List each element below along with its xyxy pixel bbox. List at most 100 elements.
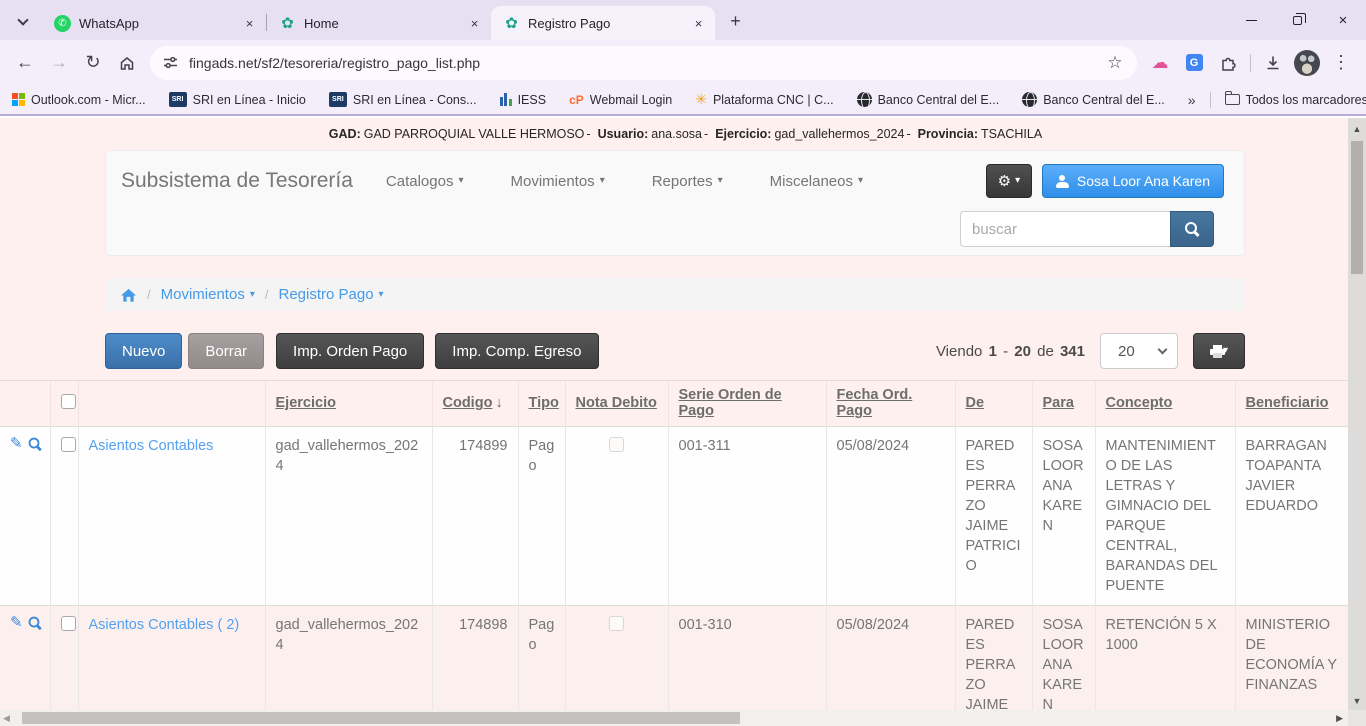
page-size-select[interactable]: 20 — [1100, 333, 1178, 369]
vertical-scrollbar-thumb[interactable] — [1351, 141, 1363, 274]
home-button[interactable] — [110, 46, 144, 80]
header-de[interactable]: De — [955, 381, 1032, 426]
menu-reportes[interactable]: Reportes ▾ — [652, 173, 723, 190]
tab-home[interactable]: ✿ Home × — [267, 6, 491, 40]
scroll-right-arrow-icon[interactable]: ▶ — [1336, 713, 1343, 724]
new-tab-button[interactable]: + — [722, 8, 749, 35]
cell-concepto: MANTENIMIENTO DE LAS LETRAS Y GIMNACIO D… — [1095, 426, 1235, 605]
header-ejercicio[interactable]: Ejercicio — [265, 381, 432, 426]
header-para[interactable]: Para — [1032, 381, 1095, 426]
caret-down-icon: ▾ — [718, 176, 723, 186]
downloads-button[interactable] — [1256, 46, 1290, 80]
nuevo-button[interactable]: Nuevo — [105, 333, 182, 369]
tab-search-menu-button[interactable] — [8, 7, 38, 35]
back-button[interactable]: ← — [8, 46, 42, 80]
scroll-left-arrow-icon[interactable]: ◀ — [3, 713, 10, 724]
tab-close-icon[interactable]: × — [466, 15, 483, 32]
bookmark-banco-central-1[interactable]: Banco Central del E... — [857, 92, 1000, 107]
site-settings-icon[interactable] — [162, 54, 179, 71]
scroll-up-arrow-icon[interactable]: ▲ — [1348, 124, 1366, 134]
header-serie-orden[interactable]: Serie Orden de Pago — [668, 381, 826, 426]
user-menu-button[interactable]: Sosa Loor Ana Karen — [1042, 164, 1224, 198]
column-sort-link[interactable]: Fecha Ord. Pago — [837, 387, 913, 419]
home-icon — [118, 54, 136, 72]
borrar-button[interactable]: Borrar — [188, 333, 264, 369]
app-brand[interactable]: Subsistema de Tesorería — [121, 169, 353, 193]
breadcrumb-registro-pago[interactable]: Registro Pago ▾ — [278, 286, 383, 303]
select-all-checkbox[interactable] — [61, 394, 76, 409]
view-icon[interactable] — [28, 437, 39, 449]
tab-registro-pago-active[interactable]: ✿ Registro Pago × — [491, 6, 715, 40]
horizontal-scrollbar[interactable]: ◀ ▶ — [0, 710, 1348, 726]
url-bar[interactable]: fingads.net/sf2/tesoreria/registro_pago_… — [150, 46, 1137, 80]
column-sort-link[interactable]: Codigo — [443, 395, 493, 411]
reload-button[interactable]: ↻ — [76, 46, 110, 80]
bookmark-banco-central-2[interactable]: Banco Central del E... — [1022, 92, 1165, 107]
bookmark-sri-inicio[interactable]: SRI SRI en Línea - Inicio — [169, 92, 306, 107]
url-text[interactable]: fingads.net/sf2/tesoreria/registro_pago_… — [189, 55, 1101, 71]
column-sort-link[interactable]: Para — [1043, 395, 1074, 411]
more-bookmarks-icon[interactable]: » — [1188, 92, 1196, 108]
horizontal-scrollbar-thumb[interactable] — [22, 712, 740, 724]
bookmark-iess[interactable]: IESS — [500, 93, 547, 107]
settings-dropdown-button[interactable]: ⚙ ▾ — [986, 164, 1032, 198]
header-codigo[interactable]: Codigo↓ — [432, 381, 518, 426]
bookmark-sri-consultas[interactable]: SRI SRI en Línea - Cons... — [329, 92, 477, 107]
column-sort-link[interactable]: Serie Orden de Pago — [679, 387, 782, 419]
bookmark-star-icon[interactable]: ☆ — [1101, 49, 1129, 77]
row-checkbox[interactable] — [61, 437, 76, 452]
home-breadcrumb-icon[interactable] — [120, 287, 137, 303]
row-checkbox[interactable] — [61, 616, 76, 631]
translate-button[interactable]: G — [1177, 46, 1211, 80]
header-fecha-orden[interactable]: Fecha Ord. Pago — [826, 381, 955, 426]
header-tipo[interactable]: Tipo — [518, 381, 565, 426]
column-sort-link[interactable]: De — [966, 395, 985, 411]
extension-cloud-button[interactable]: ☁ — [1143, 46, 1177, 80]
bookmark-cnc[interactable]: ✳ Plataforma CNC | C... — [695, 91, 833, 108]
profile-button[interactable] — [1290, 46, 1324, 80]
paging-de: de — [1037, 343, 1054, 360]
bookmark-outlook[interactable]: Outlook.com - Micr... — [12, 93, 146, 107]
forward-button[interactable]: → — [42, 46, 76, 80]
window-close-button[interactable]: × — [1320, 0, 1366, 40]
window-minimize-button[interactable] — [1228, 0, 1274, 40]
cell-codigo: 174898 — [432, 605, 518, 712]
toolbar-divider — [1250, 54, 1251, 72]
imp-orden-pago-button[interactable]: Imp. Orden Pago — [276, 333, 424, 369]
bookmark-webmail[interactable]: cP Webmail Login — [569, 93, 672, 107]
scroll-down-arrow-icon[interactable]: ▼ — [1348, 696, 1366, 706]
row-name-link[interactable]: Asientos Contables — [89, 438, 214, 454]
browser-menu-button[interactable]: ⋮ — [1324, 46, 1358, 80]
tab-close-icon[interactable]: × — [690, 15, 707, 32]
column-sort-link[interactable]: Beneficiario — [1246, 395, 1329, 411]
all-bookmarks-button[interactable]: Todos los marcadores — [1225, 93, 1366, 107]
column-sort-link[interactable]: Ejercicio — [276, 395, 336, 411]
column-sort-link[interactable]: Tipo — [529, 395, 559, 411]
extensions-button[interactable] — [1211, 46, 1245, 80]
header-concepto[interactable]: Concepto — [1095, 381, 1235, 426]
window-restore-button[interactable] — [1274, 0, 1320, 40]
tab-title: Registro Pago — [528, 16, 690, 31]
search-button[interactable] — [1170, 211, 1214, 247]
header-nota-debito[interactable]: Nota Debito — [565, 381, 668, 426]
menu-movimientos[interactable]: Movimientos ▾ — [510, 173, 604, 190]
info-separator: - — [586, 127, 590, 141]
imp-comp-egreso-button[interactable]: Imp. Comp. Egreso — [435, 333, 598, 369]
tab-close-icon[interactable]: × — [241, 15, 258, 32]
menu-miscelaneos[interactable]: Miscelaneos ▾ — [770, 173, 863, 190]
column-sort-link[interactable]: Concepto — [1106, 395, 1173, 411]
print-button[interactable]: ▾ — [1193, 333, 1245, 369]
search-input[interactable] — [960, 211, 1170, 247]
vertical-scrollbar[interactable]: ▲ ▼ — [1348, 118, 1366, 710]
info-usuario-label: Usuario: — [598, 127, 649, 141]
view-icon[interactable] — [28, 616, 39, 628]
edit-icon[interactable]: ✎ — [10, 436, 23, 451]
column-sort-link[interactable]: Nota Debito — [576, 395, 657, 411]
edit-icon[interactable]: ✎ — [10, 615, 23, 630]
bookmarks-bar: Outlook.com - Micr... SRI SRI en Línea -… — [0, 85, 1366, 116]
tab-whatsapp[interactable]: ✆ WhatsApp × — [42, 6, 266, 40]
row-name-link[interactable]: Asientos Contables ( 2) — [89, 617, 240, 633]
breadcrumb-movimientos[interactable]: Movimientos ▾ — [161, 286, 255, 303]
header-beneficiario[interactable]: Beneficiario — [1235, 381, 1348, 426]
menu-catalogos[interactable]: Catalogos ▾ — [386, 173, 464, 190]
